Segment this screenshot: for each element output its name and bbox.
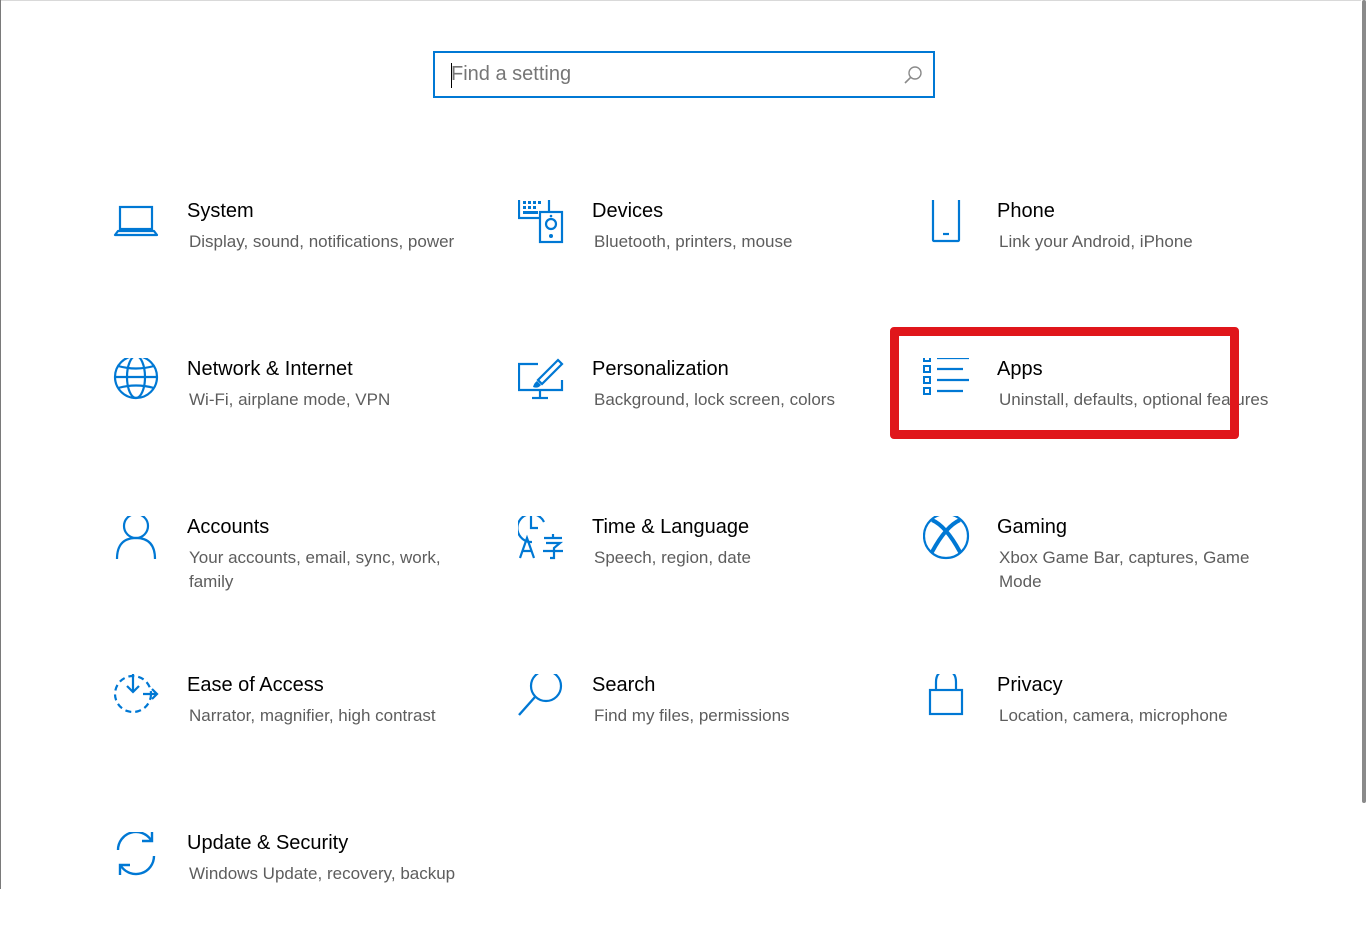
- tile-description: Windows Update, recovery, backup: [189, 864, 456, 883]
- tile-description: Speech, region, date: [594, 548, 751, 567]
- search-input[interactable]: [449, 53, 881, 96]
- magnifier-icon: [518, 674, 566, 722]
- person-icon: [113, 516, 161, 564]
- tile-time-language[interactable]: Time & Language Speech, region, date: [518, 516, 888, 626]
- window-top-border: [1, 0, 1361, 1]
- tile-gaming[interactable]: Gaming Xbox Game Bar, captures, Game Mod…: [923, 516, 1293, 626]
- tile-update-security[interactable]: Update & Security Windows Update, recove…: [113, 832, 483, 942]
- tile-title: Network & Internet: [187, 358, 353, 380]
- tile-ease-of-access[interactable]: Ease of Access Narrator, magnifier, high…: [113, 674, 483, 784]
- tile-title: Apps: [997, 358, 1043, 380]
- tile-description: Bluetooth, printers, mouse: [594, 232, 793, 251]
- tile-title: Update & Security: [187, 832, 349, 854]
- globe-icon: [113, 358, 161, 406]
- tile-title: Personalization: [592, 358, 729, 380]
- tile-description: Background, lock screen, colors: [594, 390, 835, 409]
- tile-privacy[interactable]: Privacy Location, camera, microphone: [923, 674, 1293, 784]
- tile-description: Your accounts, email, sync, work, family: [189, 548, 441, 591]
- tile-description: Xbox Game Bar, captures, Game Mode: [999, 548, 1250, 591]
- tile-description: Display, sound, notifications, power: [189, 232, 455, 251]
- tile-title: Search: [592, 674, 656, 696]
- lock-icon: [923, 674, 971, 722]
- xbox-icon: [923, 516, 971, 564]
- tile-system[interactable]: System Display, sound, notifications, po…: [113, 200, 483, 310]
- tile-phone[interactable]: Phone Link your Android, iPhone: [923, 200, 1293, 310]
- tile-description: Uninstall, defaults, optional features: [999, 390, 1269, 409]
- tile-title: Ease of Access: [187, 674, 324, 696]
- tile-title: System: [187, 200, 254, 222]
- phone-icon: [923, 200, 971, 248]
- tile-accounts[interactable]: Accounts Your accounts, email, sync, wor…: [113, 516, 483, 626]
- search-box[interactable]: [433, 51, 935, 98]
- tile-personalization[interactable]: Personalization Background, lock screen,…: [518, 358, 888, 468]
- tile-description: Find my files, permissions: [594, 706, 790, 725]
- sync-icon: [113, 832, 161, 880]
- tile-search[interactable]: Search Find my files, permissions: [518, 674, 888, 784]
- tile-title: Privacy: [997, 674, 1063, 696]
- tile-title: Phone: [997, 200, 1055, 222]
- tile-network-internet[interactable]: Network & Internet Wi-Fi, airplane mode,…: [113, 358, 483, 468]
- vertical-scrollbar[interactable]: [1362, 0, 1366, 803]
- ease-of-access-icon: [113, 674, 161, 722]
- tile-apps[interactable]: Apps Uninstall, defaults, optional featu…: [923, 358, 1293, 468]
- tile-title: Gaming: [997, 516, 1068, 538]
- tile-title: Accounts: [187, 516, 270, 538]
- laptop-icon: [113, 200, 161, 248]
- tile-devices[interactable]: Devices Bluetooth, printers, mouse: [518, 200, 888, 310]
- apps-list-icon: [923, 358, 971, 406]
- devices-icon: [518, 200, 566, 248]
- tile-description: Location, camera, microphone: [999, 706, 1228, 725]
- settings-window: System Display, sound, notifications, po…: [0, 0, 1368, 889]
- paint-icon: [518, 358, 566, 406]
- text-caret: [451, 63, 452, 88]
- tile-description: Link your Android, iPhone: [999, 232, 1193, 251]
- tile-description: Narrator, magnifier, high contrast: [189, 706, 436, 725]
- tile-title: Time & Language: [592, 516, 750, 538]
- time-language-icon: [518, 516, 566, 564]
- search-icon[interactable]: [903, 65, 923, 85]
- tile-title: Devices: [592, 200, 664, 222]
- tile-description: Wi-Fi, airplane mode, VPN: [189, 390, 391, 409]
